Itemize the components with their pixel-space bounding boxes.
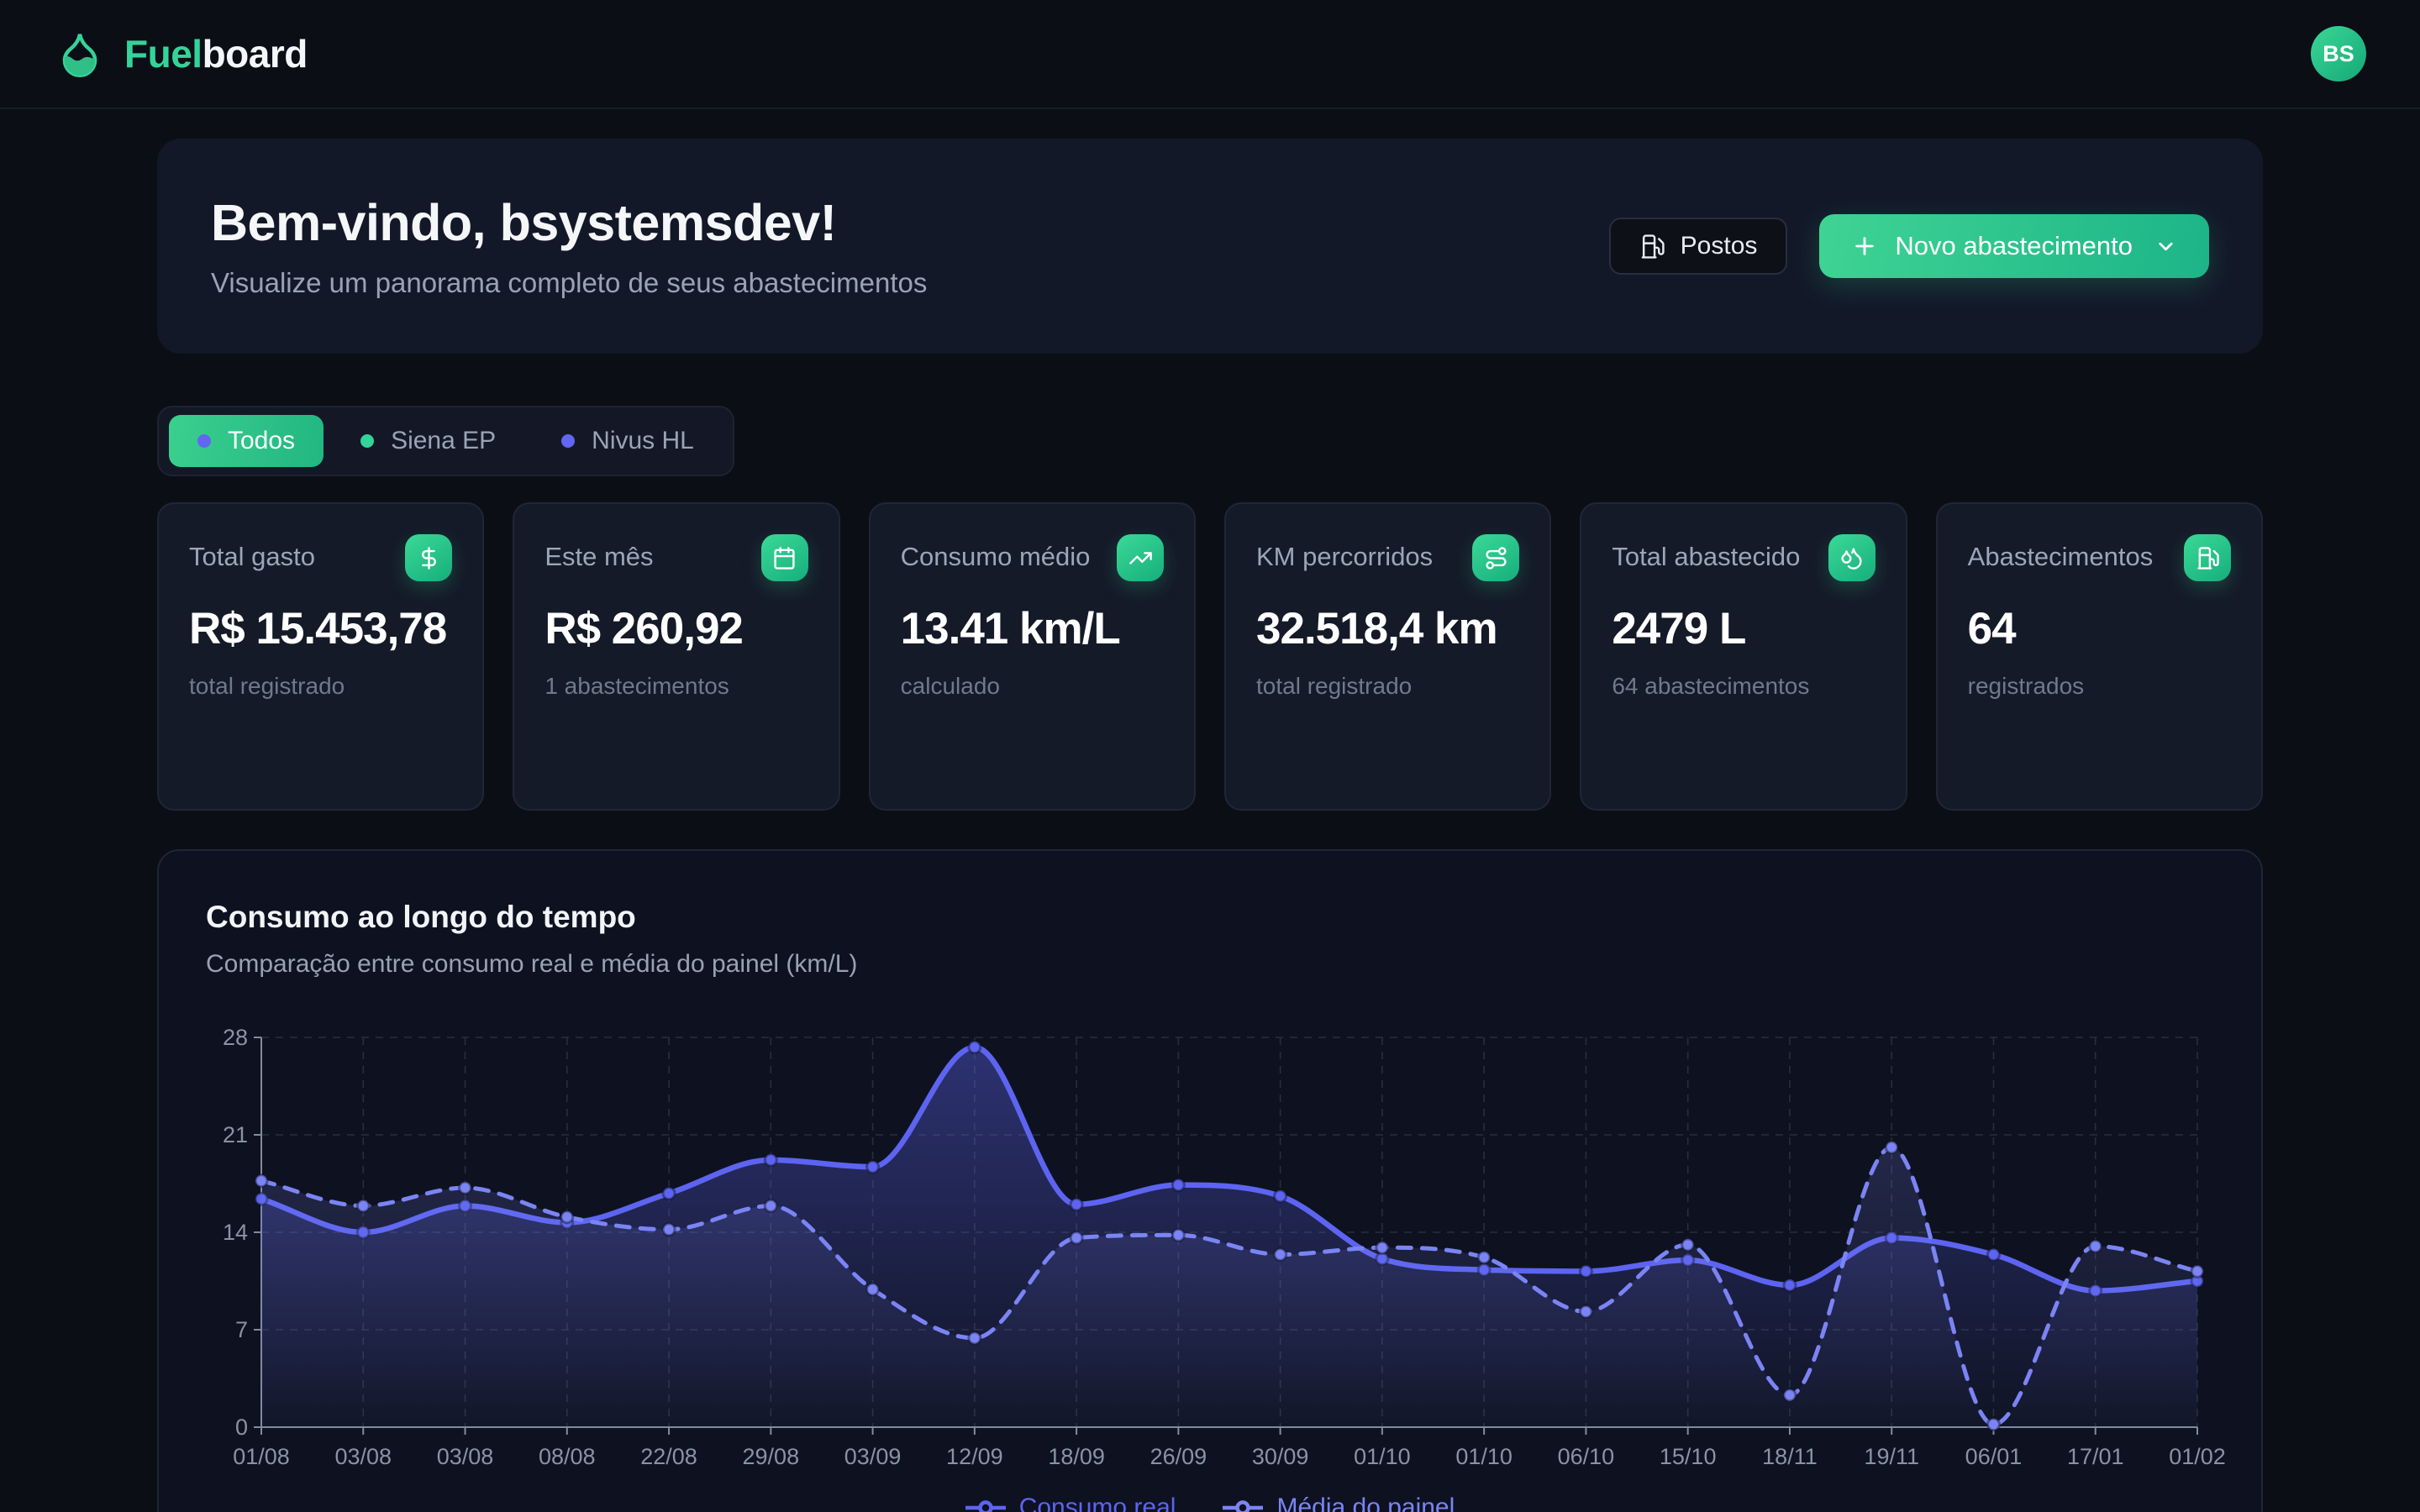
filter-label: Todos <box>228 427 295 455</box>
droplet-logo-icon <box>54 28 106 80</box>
svg-text:22/08: 22/08 <box>640 1444 697 1469</box>
svg-text:12/09: 12/09 <box>946 1444 1003 1469</box>
svg-text:01/10: 01/10 <box>1354 1444 1411 1469</box>
stats-row: Total gasto R$ 15.453,78 total registrad… <box>157 502 2263 811</box>
stat-value: 13.41 km/L <box>901 603 1164 656</box>
postos-button[interactable]: Postos <box>1609 218 1788 275</box>
stat-subtitle: total registrado <box>189 673 452 700</box>
vehicle-filter-bar: Todos Siena EP Nivus HL <box>157 406 734 476</box>
stat-label: Total abastecido <box>1612 534 1800 575</box>
brand-logo: Fuelboard <box>54 28 308 80</box>
plus-icon <box>1851 233 1878 260</box>
stat-label: Este mês <box>544 534 653 575</box>
stat-subtitle: calculado <box>901 673 1164 700</box>
stat-label: Consumo médio <box>901 534 1091 575</box>
svg-text:03/08: 03/08 <box>437 1444 494 1469</box>
svg-text:21: 21 <box>223 1122 248 1147</box>
stat-card-abastecimentos: Abastecimentos 64 registrados <box>1936 502 2263 811</box>
droplets-icon <box>1828 534 1876 581</box>
svg-text:01/02: 01/02 <box>2169 1444 2226 1469</box>
stat-subtitle: total registrado <box>1256 673 1519 700</box>
svg-text:18/11: 18/11 <box>1762 1444 1818 1469</box>
stat-card-consumo-medio: Consumo médio 13.41 km/L calculado <box>869 502 1196 811</box>
brand-name-secondary: board <box>203 32 308 76</box>
stat-subtitle: 1 abastecimentos <box>544 673 808 700</box>
chart-title: Consumo ao longo do tempo <box>206 900 2214 935</box>
welcome-title: Bem-vindo, bsystemsdev! <box>211 193 927 252</box>
consumption-line-chart: 0 7 14 21 28 01/08 03/08 03/08 08/08 22/08 29/08 03… <box>206 1007 2217 1478</box>
svg-text:26/09: 26/09 <box>1150 1444 1207 1469</box>
trending-up-icon <box>1117 534 1164 581</box>
stat-label: KM percorridos <box>1256 534 1433 575</box>
svg-text:29/08: 29/08 <box>743 1444 800 1469</box>
filter-item-todos[interactable]: Todos <box>169 415 324 467</box>
navbar: Fuelboard BS <box>0 0 2420 109</box>
legend-item-consumo-real: Consumo real <box>965 1494 1176 1512</box>
svg-text:28: 28 <box>223 1025 248 1050</box>
calendar-icon <box>761 534 808 581</box>
svg-text:08/08: 08/08 <box>539 1444 596 1469</box>
route-icon <box>1472 534 1519 581</box>
stat-value: 32.518,4 km <box>1256 603 1519 656</box>
filter-dot <box>197 434 211 448</box>
chart-subtitle: Comparação entre consumo real e média do… <box>206 950 2214 979</box>
filter-item-siena-ep[interactable]: Siena EP <box>332 415 524 467</box>
filter-item-nivus-hl[interactable]: Nivus HL <box>533 415 723 467</box>
svg-text:0: 0 <box>235 1415 248 1440</box>
new-refuel-button[interactable]: Novo abastecimento <box>1819 214 2209 278</box>
new-refuel-button-label: Novo abastecimento <box>1895 231 2133 261</box>
svg-text:30/09: 30/09 <box>1252 1444 1309 1469</box>
filter-label: Siena EP <box>391 427 496 455</box>
svg-text:06/01: 06/01 <box>1965 1444 2023 1469</box>
stat-subtitle: 64 abastecimentos <box>1612 673 1875 700</box>
welcome-subtitle: Visualize um panorama completo de seus a… <box>211 267 927 299</box>
legend-line-marker-icon <box>1223 1499 1263 1512</box>
svg-text:15/10: 15/10 <box>1660 1444 1717 1469</box>
stat-value: 2479 L <box>1612 603 1875 656</box>
stat-value: R$ 260,92 <box>544 603 808 656</box>
welcome-banner: Bem-vindo, bsystemsdev! Visualize um pan… <box>157 139 2263 354</box>
legend-label: Média do painel <box>1276 1494 1455 1512</box>
svg-text:7: 7 <box>235 1317 248 1342</box>
svg-text:06/10: 06/10 <box>1558 1444 1615 1469</box>
stat-subtitle: registrados <box>1968 673 2231 700</box>
brand-name-primary: Fuel <box>124 32 203 76</box>
svg-text:17/01: 17/01 <box>2067 1444 2124 1469</box>
stat-card-total-gasto: Total gasto R$ 15.453,78 total registrad… <box>157 502 484 811</box>
svg-text:18/09: 18/09 <box>1048 1444 1105 1469</box>
stat-label: Total gasto <box>189 534 315 575</box>
svg-text:19/11: 19/11 <box>1864 1444 1919 1469</box>
svg-text:01/10: 01/10 <box>1455 1444 1512 1469</box>
filter-label: Nivus HL <box>592 427 694 455</box>
svg-text:03/09: 03/09 <box>844 1444 902 1469</box>
fuel-pump-icon <box>2184 534 2231 581</box>
brand-name: Fuelboard <box>124 31 308 76</box>
consumption-chart-card: Consumo ao longo do tempo Comparação ent… <box>157 849 2263 1512</box>
stat-value: R$ 15.453,78 <box>189 603 452 656</box>
stat-card-km-percorridos: KM percorridos 32.518,4 km total registr… <box>1224 502 1551 811</box>
legend-item-m-dia-do-painel: Média do painel <box>1223 1494 1455 1512</box>
svg-text:03/08: 03/08 <box>334 1444 392 1469</box>
stat-card-total-abastecido: Total abastecido 2479 L 64 abastecimento… <box>1580 502 1907 811</box>
user-avatar[interactable]: BS <box>2311 26 2366 81</box>
chart-legend: Consumo real Média do painel <box>206 1494 2214 1512</box>
filter-dot <box>561 434 575 448</box>
legend-label: Consumo real <box>1019 1494 1176 1512</box>
chevron-down-icon <box>2154 235 2177 258</box>
fuel-pump-icon <box>1639 234 1665 260</box>
stat-label: Abastecimentos <box>1968 534 2154 575</box>
legend-line-marker-icon <box>965 1499 1006 1512</box>
stat-value: 64 <box>1968 603 2231 656</box>
svg-text:01/08: 01/08 <box>233 1444 290 1469</box>
stat-card-este-mes: Este mês R$ 260,92 1 abastecimentos <box>513 502 839 811</box>
dollar-sign-icon <box>405 534 452 581</box>
svg-text:14: 14 <box>223 1220 248 1245</box>
postos-button-label: Postos <box>1681 232 1758 260</box>
filter-dot <box>360 434 374 448</box>
